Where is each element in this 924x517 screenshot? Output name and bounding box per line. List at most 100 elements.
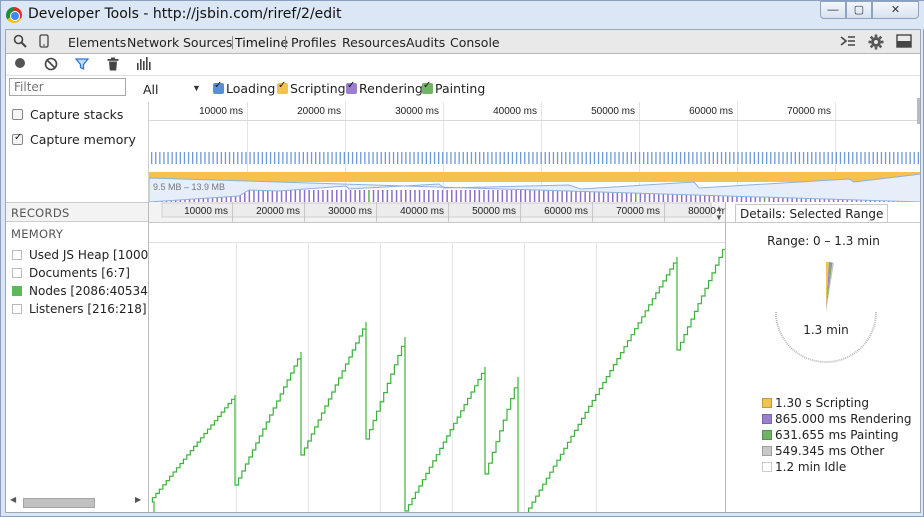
loading-tick: [319, 152, 321, 164]
loading-tick: [265, 152, 268, 164]
counter-label: Nodes [2086:40534]: [29, 284, 148, 298]
loading-tick: [343, 152, 345, 164]
filter-input[interactable]: [9, 78, 126, 96]
ruler-up-arrow-icon[interactable]: ▲: [715, 204, 723, 213]
legend-swatch: [762, 398, 772, 408]
loading-tick: [220, 152, 222, 164]
counter-label: Documents [6:7]: [29, 266, 130, 280]
capture-memory-option[interactable]: Capture memory: [12, 132, 136, 147]
counter-swatch[interactable]: [12, 304, 22, 314]
loading-tick: [204, 152, 206, 164]
loading-tick: [163, 152, 165, 164]
loading-tick: [606, 152, 608, 164]
loading-tick: [278, 152, 280, 164]
capture-stacks-checkbox[interactable]: [12, 109, 23, 120]
tab-profiles[interactable]: Profiles: [291, 35, 336, 50]
show-drawer-icon[interactable]: [840, 34, 856, 50]
rendering-tick: [253, 190, 255, 202]
loading-tick: [507, 152, 509, 164]
counter-used-js-heap[interactable]: Used JS Heap [100081: [12, 248, 148, 262]
details-tab[interactable]: Details: Selected Range: [735, 204, 889, 223]
rendering-tick: [510, 190, 513, 202]
counter-swatch[interactable]: [12, 286, 22, 296]
loading-tick: [315, 152, 317, 164]
tab-network[interactable]: Network: [127, 35, 179, 50]
filter-rendering-checkbox[interactable]: Rendering: [346, 80, 423, 96]
chevron-down-icon[interactable]: ▼: [192, 83, 201, 93]
memory-timeline[interactable]: 10000 ms 20000 ms 30000 ms 40000 ms 50000 ms…: [148, 202, 725, 512]
clear-icon[interactable]: [43, 57, 59, 73]
checkbox-icon: [346, 80, 357, 94]
rendering-tick: [262, 190, 264, 202]
minimize-button[interactable]: —: [820, 1, 846, 19]
overview-scrollbar[interactable]: [917, 98, 920, 124]
rendering-tick: [313, 190, 315, 202]
loading-tick: [450, 152, 452, 164]
loading-tick: [392, 152, 395, 164]
loading-tick: [589, 152, 591, 164]
ruler-down-arrow-icon[interactable]: ▼: [715, 213, 723, 222]
loading-tick: [880, 152, 883, 164]
counter-listeners[interactable]: Listeners [216:218]: [12, 302, 147, 316]
counter-documents[interactable]: Documents [6:7]: [12, 266, 130, 280]
loading-tick: [835, 152, 837, 164]
loading-tick: [417, 152, 419, 164]
loading-tick: [770, 152, 772, 164]
all-categories-label[interactable]: All: [143, 82, 159, 97]
dock-side-icon[interactable]: [896, 34, 912, 50]
loading-tick: [175, 152, 177, 164]
counter-swatch[interactable]: [12, 250, 22, 260]
devtools-window: Developer Tools - http://jsbin.com/riref…: [0, 0, 924, 517]
counter-swatch[interactable]: [12, 268, 22, 278]
rendering-tick: [446, 190, 448, 202]
flame-chart-bars-icon[interactable]: [136, 57, 152, 73]
close-button[interactable]: ✕: [872, 1, 919, 19]
loading-tick: [561, 152, 563, 164]
loading-tick: [856, 152, 858, 164]
rendering-tick: [441, 190, 444, 202]
tab-sources[interactable]: Sources: [183, 35, 232, 50]
scroll-left-arrow-icon[interactable]: ◀: [10, 495, 16, 504]
settings-gear-icon[interactable]: [868, 34, 884, 50]
loading-tick: [356, 152, 358, 164]
scroll-right-arrow-icon[interactable]: ▶: [135, 495, 141, 504]
filter-scripting-checkbox[interactable]: Scripting: [277, 80, 346, 96]
loading-tick: [827, 152, 829, 164]
loading-tick: [310, 152, 313, 164]
overview-tick-label: 40000 ms: [493, 106, 537, 117]
tab-elements[interactable]: Elements: [68, 35, 126, 50]
tab-resources[interactable]: Resources: [342, 35, 406, 50]
tab-timeline[interactable]: Timeline: [235, 35, 288, 50]
capture-memory-checkbox[interactable]: [12, 132, 23, 145]
tab-console[interactable]: Console: [450, 35, 500, 50]
device-mode-icon[interactable]: [36, 34, 52, 50]
loading-tick: [298, 152, 300, 164]
scroll-thumb[interactable]: [23, 498, 95, 508]
record-icon[interactable]: [12, 57, 28, 73]
timeline-toolbar: [6, 54, 920, 76]
capture-stacks-option[interactable]: Capture stacks: [12, 107, 123, 122]
records-horizontal-scrollbar[interactable]: ◀ ▶: [6, 494, 148, 510]
filter-loading-checkbox[interactable]: Loading: [213, 80, 275, 96]
maximize-button[interactable]: ▢: [846, 1, 872, 19]
loading-tick: [868, 152, 870, 164]
garbage-collect-trash-icon[interactable]: [105, 57, 121, 73]
loading-tick: [876, 152, 878, 164]
rendering-tick: [515, 190, 517, 202]
loading-tick: [261, 152, 263, 164]
loading-tick: [593, 152, 596, 164]
overview-tick-label: 20000 ms: [297, 106, 341, 117]
filter-painting-checkbox[interactable]: Painting: [422, 80, 485, 96]
tab-audits[interactable]: Audits: [406, 35, 445, 50]
timeline-tick-label: 70000 ms: [616, 206, 660, 217]
rendering-tick: [469, 190, 471, 202]
loading-tick: [667, 152, 669, 164]
ruler-scroll-arrows[interactable]: ▲ ▼: [715, 204, 723, 222]
rendering-tick: [322, 190, 324, 202]
filter-funnel-icon[interactable]: [74, 57, 90, 73]
counter-nodes[interactable]: Nodes [2086:40534]: [12, 284, 148, 298]
rendering-tick: [570, 190, 573, 202]
rendering-tick: [428, 190, 430, 202]
search-icon[interactable]: [12, 34, 28, 50]
timeline-overview[interactable]: 10000 ms 20000 ms 30000 ms 40000 ms 50000 ms…: [148, 102, 920, 202]
